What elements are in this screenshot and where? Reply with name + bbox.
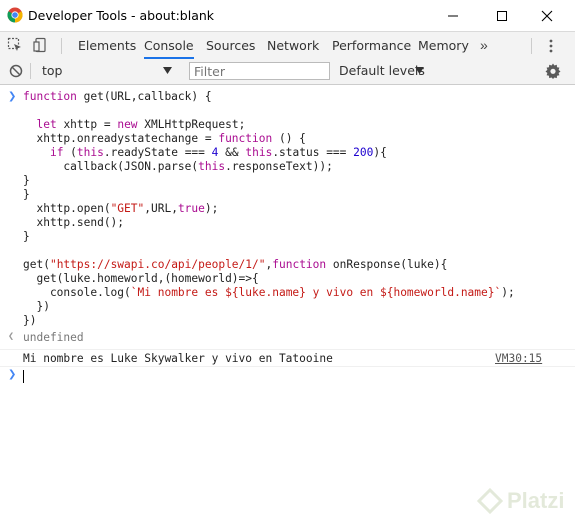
code-line: }) <box>23 300 50 313</box>
code-line: } <box>23 230 30 243</box>
minimize-button[interactable] <box>430 0 476 31</box>
close-window-button[interactable] <box>524 0 570 31</box>
console-log-row: Mi nombre es Luke Skywalker y vivo en Ta… <box>0 349 575 367</box>
code-line: get(luke.homeworld,(homeworld)=>{ <box>23 272 259 285</box>
prompt-chevron-icon: ❯ <box>8 369 17 380</box>
tab-elements[interactable]: Elements <box>78 32 136 59</box>
code-line: let xhttp = new XMLHttpRequest; <box>36 118 246 131</box>
code-line: } <box>23 174 30 187</box>
console-output[interactable]: ❯ function get(URL,callback) { let xhttp… <box>0 85 575 524</box>
log-source-link[interactable]: VM30:15 <box>495 352 542 365</box>
console-result: undefined <box>23 331 84 344</box>
kebab-menu-icon[interactable] <box>549 38 553 54</box>
code-line: console.log(`Mi nombre es ${luke.name} y… <box>23 286 515 299</box>
result-chevron-icon: ❮ <box>8 331 15 342</box>
window-title: Developer Tools - about:blank <box>28 8 215 23</box>
inspect-element-icon[interactable] <box>7 37 23 53</box>
input-chevron-icon: ❯ <box>8 91 17 102</box>
console-prompt[interactable]: ❯ <box>0 369 575 385</box>
console-result-row: ❮ undefined <box>0 331 575 346</box>
tab-memory[interactable]: Memory <box>418 32 469 59</box>
code-line: get("https://swapi.co/api/people/1/",fun… <box>23 258 448 271</box>
toolbar-divider <box>61 38 62 54</box>
console-filter-bar: top Default levels <box>0 59 575 85</box>
code-line: function get(URL,callback) { <box>23 90 212 103</box>
context-select[interactable]: top <box>36 62 178 80</box>
code-line: xhttp.send(); <box>23 216 125 229</box>
chevron-down-icon <box>163 67 172 74</box>
minimize-icon <box>448 15 458 16</box>
code-line: }) <box>23 314 37 327</box>
tab-network[interactable]: Network <box>267 32 319 59</box>
platzi-logo-icon <box>477 488 503 514</box>
filter-input[interactable] <box>189 62 330 80</box>
chrome-logo-icon <box>7 7 23 23</box>
text-caret <box>23 370 24 383</box>
tab-performance[interactable]: Performance <box>332 32 411 59</box>
platzi-watermark: Platzi <box>477 488 564 514</box>
code-line: xhttp.open("GET",URL,true); <box>23 202 219 215</box>
maximize-icon <box>497 10 507 21</box>
maximize-button[interactable] <box>479 0 525 31</box>
code-line: } <box>23 188 30 201</box>
close-icon <box>541 10 553 21</box>
toolbar-divider <box>531 38 532 54</box>
chevron-down-icon <box>415 67 424 74</box>
clear-console-icon[interactable] <box>9 64 23 78</box>
more-tabs-button[interactable]: » <box>480 37 488 53</box>
log-message: Mi nombre es Luke Skywalker y vivo en Ta… <box>23 352 333 365</box>
watermark-text: Platzi <box>507 488 565 513</box>
gear-icon[interactable] <box>545 63 561 79</box>
tab-sources[interactable]: Sources <box>206 32 255 59</box>
code-line: if (this.readyState === 4 && this.status… <box>49 146 387 159</box>
console-code-block: function get(URL,callback) { let xhttp =… <box>23 90 515 328</box>
tab-console[interactable]: Console <box>144 32 194 59</box>
log-levels-dropdown[interactable]: Default levels <box>339 62 425 80</box>
code-line: callback(JSON.parse(this.responseText)); <box>23 160 333 173</box>
devtools-tab-bar: Elements Console Sources Network Perform… <box>0 31 575 60</box>
toolbar-divider <box>30 63 31 79</box>
device-toolbar-icon[interactable] <box>33 37 49 53</box>
window-title-bar: Developer Tools - about:blank <box>0 0 575 31</box>
code-line: xhttp.onreadystatechange = function () { <box>23 132 306 145</box>
context-select-value: top <box>42 63 63 78</box>
